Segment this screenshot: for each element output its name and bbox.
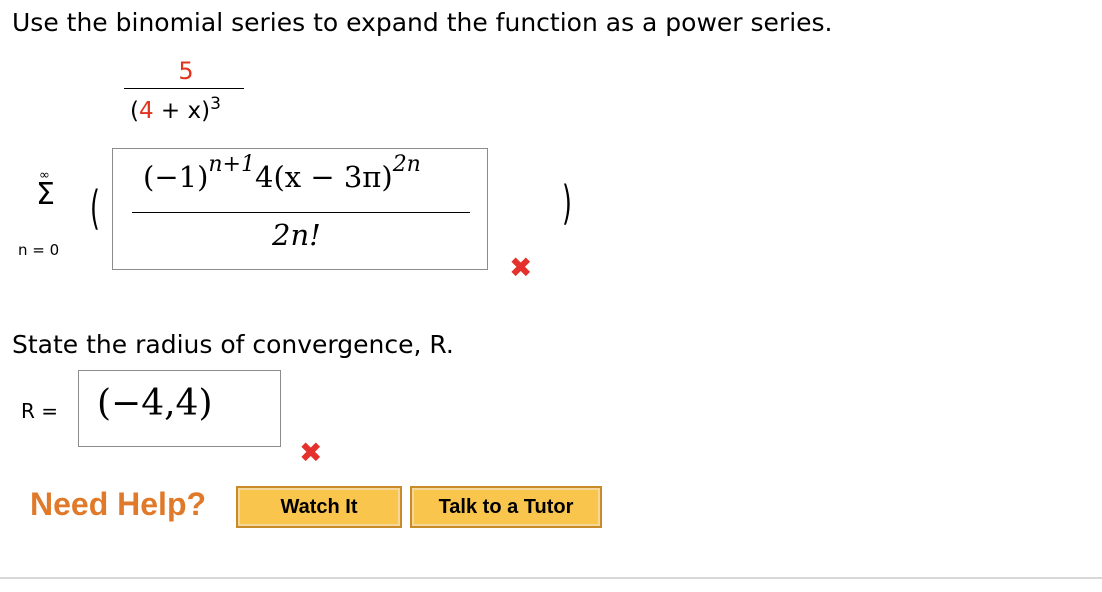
series-answer-numerator: (−1)n+14(x − 3π)2n <box>143 154 421 195</box>
series-answer-fraction-bar <box>132 212 470 213</box>
question-prompt: Use the binomial series to expand the fu… <box>12 8 833 37</box>
series-close-paren: ) <box>562 176 572 230</box>
numerator-exponent-1: n+1 <box>208 152 255 177</box>
sigma-symbol: Σ <box>36 177 55 212</box>
bottom-divider <box>0 577 1102 579</box>
function-denominator-base: 4 <box>138 98 154 124</box>
numerator-exponent-2: 2n <box>392 152 421 177</box>
function-numerator: 5 <box>178 57 194 85</box>
radius-answer-value: (−4,4) <box>97 383 213 424</box>
function-denominator-exponent: 3 <box>210 94 221 114</box>
need-help-label: Need Help? <box>30 486 207 522</box>
numerator-mid: 4(x − 3π) <box>255 160 393 194</box>
series-answer-denominator: 2n! <box>272 218 321 252</box>
function-denominator-open: ( <box>130 98 139 124</box>
sum-lower-limit: n = 0 <box>18 241 60 259</box>
function-fraction-bar <box>124 88 244 89</box>
series-open-paren: ( <box>90 181 100 235</box>
radius-prompt: State the radius of convergence, R. <box>12 330 454 359</box>
close-x-icon: ✖ <box>299 436 323 469</box>
function-denominator: (4 + x)3 <box>130 96 221 125</box>
radius-label: R = <box>21 399 59 423</box>
close-x-icon: ✖ <box>509 251 533 284</box>
talk-to-tutor-button[interactable]: Talk to a Tutor <box>410 486 602 528</box>
numerator-main: (−1) <box>143 160 209 194</box>
watch-it-button[interactable]: Watch It <box>236 486 402 528</box>
function-denominator-rest: + x) <box>153 98 211 124</box>
